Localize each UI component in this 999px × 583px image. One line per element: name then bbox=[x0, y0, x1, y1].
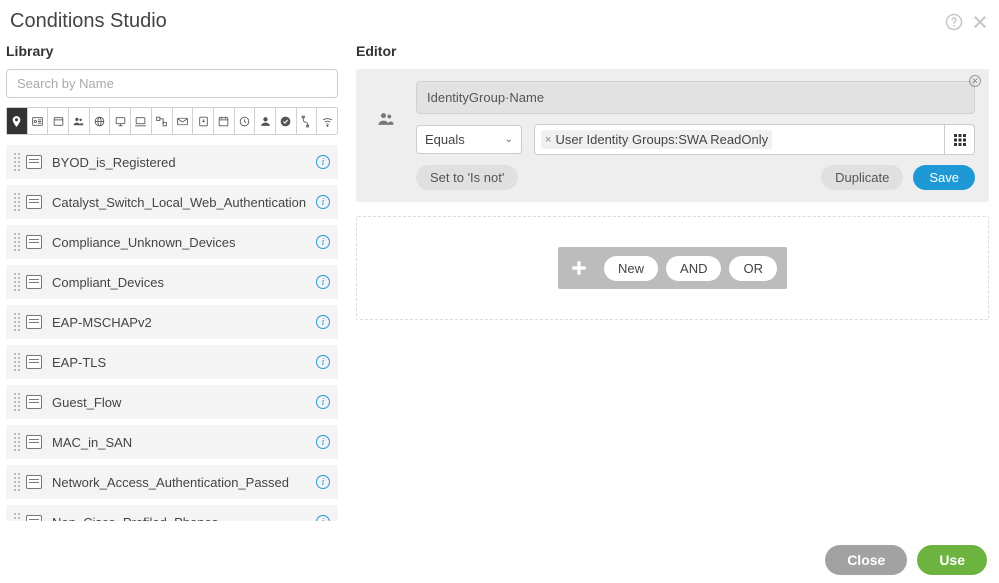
library-item-name: BYOD_is_Registered bbox=[52, 155, 316, 170]
filter-check-icon[interactable] bbox=[276, 108, 297, 134]
filter-cable-icon[interactable] bbox=[297, 108, 318, 134]
library-item-name: Non_Cisco_Profiled_Phones bbox=[52, 515, 316, 522]
info-icon[interactable]: i bbox=[316, 155, 330, 169]
filter-badge-icon[interactable] bbox=[28, 108, 49, 134]
info-icon[interactable]: i bbox=[316, 355, 330, 369]
library-item[interactable]: EAP-TLS i bbox=[6, 345, 338, 379]
library-item-name: Compliant_Devices bbox=[52, 275, 316, 290]
drag-handle-icon[interactable] bbox=[14, 393, 20, 411]
filter-calendar-icon[interactable] bbox=[214, 108, 235, 134]
plus-icon[interactable] bbox=[558, 247, 600, 289]
close-icon[interactable] bbox=[971, 13, 989, 31]
library-title: Library bbox=[6, 43, 338, 59]
new-button[interactable]: New bbox=[604, 256, 658, 281]
library-item-name: Network_Access_Authentication_Passed bbox=[52, 475, 316, 490]
filter-clock-icon[interactable] bbox=[235, 108, 256, 134]
library-item[interactable]: MAC_in_SAN i bbox=[6, 425, 338, 459]
use-button[interactable]: Use bbox=[917, 545, 987, 575]
filter-user-icon[interactable] bbox=[255, 108, 276, 134]
filter-location-icon[interactable] bbox=[7, 108, 28, 134]
group-icon bbox=[376, 109, 396, 129]
value-chip: × User Identity Groups:SWA ReadOnly bbox=[541, 130, 772, 149]
condition-icon bbox=[26, 155, 42, 169]
info-icon[interactable]: i bbox=[316, 275, 330, 289]
condition-icon bbox=[26, 315, 42, 329]
chevron-down-icon: ⌄ bbox=[505, 134, 513, 145]
info-icon[interactable]: i bbox=[316, 195, 330, 209]
condition-icon bbox=[26, 195, 42, 209]
library-item[interactable]: Catalyst_Switch_Local_Web_Authentication… bbox=[6, 185, 338, 219]
filter-globe-icon[interactable] bbox=[90, 108, 111, 134]
rule-box: ✕ IdentityGroup·Name Equals ⌄ bbox=[356, 69, 989, 202]
library-item-name: EAP-MSCHAPv2 bbox=[52, 315, 316, 330]
info-icon[interactable]: i bbox=[316, 235, 330, 249]
drag-handle-icon[interactable] bbox=[14, 313, 20, 331]
info-icon[interactable]: i bbox=[316, 435, 330, 449]
drag-handle-icon[interactable] bbox=[14, 433, 20, 451]
set-is-not-button[interactable]: Set to 'Is not' bbox=[416, 165, 518, 190]
library-item-name: MAC_in_SAN bbox=[52, 435, 316, 450]
drag-handle-icon[interactable] bbox=[14, 273, 20, 291]
condition-icon bbox=[26, 275, 42, 289]
search-input[interactable] bbox=[17, 76, 327, 91]
library-item-name: EAP-TLS bbox=[52, 355, 316, 370]
condition-icon bbox=[26, 395, 42, 409]
condition-icon bbox=[26, 515, 42, 521]
library-item[interactable]: BYOD_is_Registered i bbox=[6, 145, 338, 179]
filter-wifi-icon[interactable] bbox=[317, 108, 337, 134]
library-item[interactable]: Guest_Flow i bbox=[6, 385, 338, 419]
info-icon[interactable]: i bbox=[316, 475, 330, 489]
value-input-wrap[interactable]: × User Identity Groups:SWA ReadOnly bbox=[534, 124, 975, 155]
info-icon[interactable]: i bbox=[316, 515, 330, 521]
page-title: Conditions Studio bbox=[10, 10, 167, 33]
drag-handle-icon[interactable] bbox=[14, 513, 20, 521]
condition-icon bbox=[26, 475, 42, 489]
add-condition-group: New AND OR bbox=[558, 247, 787, 289]
library-item[interactable]: EAP-MSCHAPv2 i bbox=[6, 305, 338, 339]
chip-remove-icon[interactable]: × bbox=[543, 134, 553, 146]
library-item[interactable]: Network_Access_Authentication_Passed i bbox=[6, 465, 338, 499]
filter-device1-icon[interactable] bbox=[110, 108, 131, 134]
close-button[interactable]: Close bbox=[825, 545, 907, 575]
save-button[interactable]: Save bbox=[913, 165, 975, 190]
drag-handle-icon[interactable] bbox=[14, 193, 20, 211]
info-icon[interactable]: i bbox=[316, 395, 330, 409]
condition-icon bbox=[26, 355, 42, 369]
filter-mail-icon[interactable] bbox=[173, 108, 194, 134]
library-item-name: Compliance_Unknown_Devices bbox=[52, 235, 316, 250]
or-button[interactable]: OR bbox=[729, 256, 777, 281]
filter-export-icon[interactable] bbox=[193, 108, 214, 134]
library-item-name: Guest_Flow bbox=[52, 395, 316, 410]
add-condition-zone: New AND OR bbox=[356, 216, 989, 320]
attribute-input[interactable]: IdentityGroup·Name bbox=[416, 81, 975, 114]
value-picker-button[interactable] bbox=[944, 125, 974, 154]
condition-icon bbox=[26, 235, 42, 249]
library-item-name: Catalyst_Switch_Local_Web_Authentication bbox=[52, 195, 316, 210]
filter-flow-icon[interactable] bbox=[152, 108, 173, 134]
filter-group-icon[interactable] bbox=[69, 108, 90, 134]
search-input-wrap[interactable] bbox=[6, 69, 338, 98]
drag-handle-icon[interactable] bbox=[14, 153, 20, 171]
drag-handle-icon[interactable] bbox=[14, 473, 20, 491]
library-list[interactable]: BYOD_is_Registered i Catalyst_Switch_Loc… bbox=[6, 145, 338, 521]
remove-rule-icon[interactable]: ✕ bbox=[969, 75, 981, 87]
editor-title: Editor bbox=[356, 43, 989, 59]
library-item[interactable]: Compliance_Unknown_Devices i bbox=[6, 225, 338, 259]
info-icon[interactable]: i bbox=[316, 315, 330, 329]
help-icon[interactable] bbox=[945, 13, 963, 31]
chip-label: User Identity Groups:SWA ReadOnly bbox=[555, 132, 768, 147]
condition-icon bbox=[26, 435, 42, 449]
library-item[interactable]: Compliant_Devices i bbox=[6, 265, 338, 299]
filter-window-icon[interactable] bbox=[48, 108, 69, 134]
drag-handle-icon[interactable] bbox=[14, 353, 20, 371]
and-button[interactable]: AND bbox=[666, 256, 721, 281]
library-item[interactable]: Non_Cisco_Profiled_Phones i bbox=[6, 505, 338, 521]
filter-device2-icon[interactable] bbox=[131, 108, 152, 134]
operator-value: Equals bbox=[425, 132, 465, 147]
filter-row bbox=[6, 107, 338, 135]
operator-select[interactable]: Equals ⌄ bbox=[416, 125, 522, 154]
duplicate-button[interactable]: Duplicate bbox=[821, 165, 903, 190]
drag-handle-icon[interactable] bbox=[14, 233, 20, 251]
